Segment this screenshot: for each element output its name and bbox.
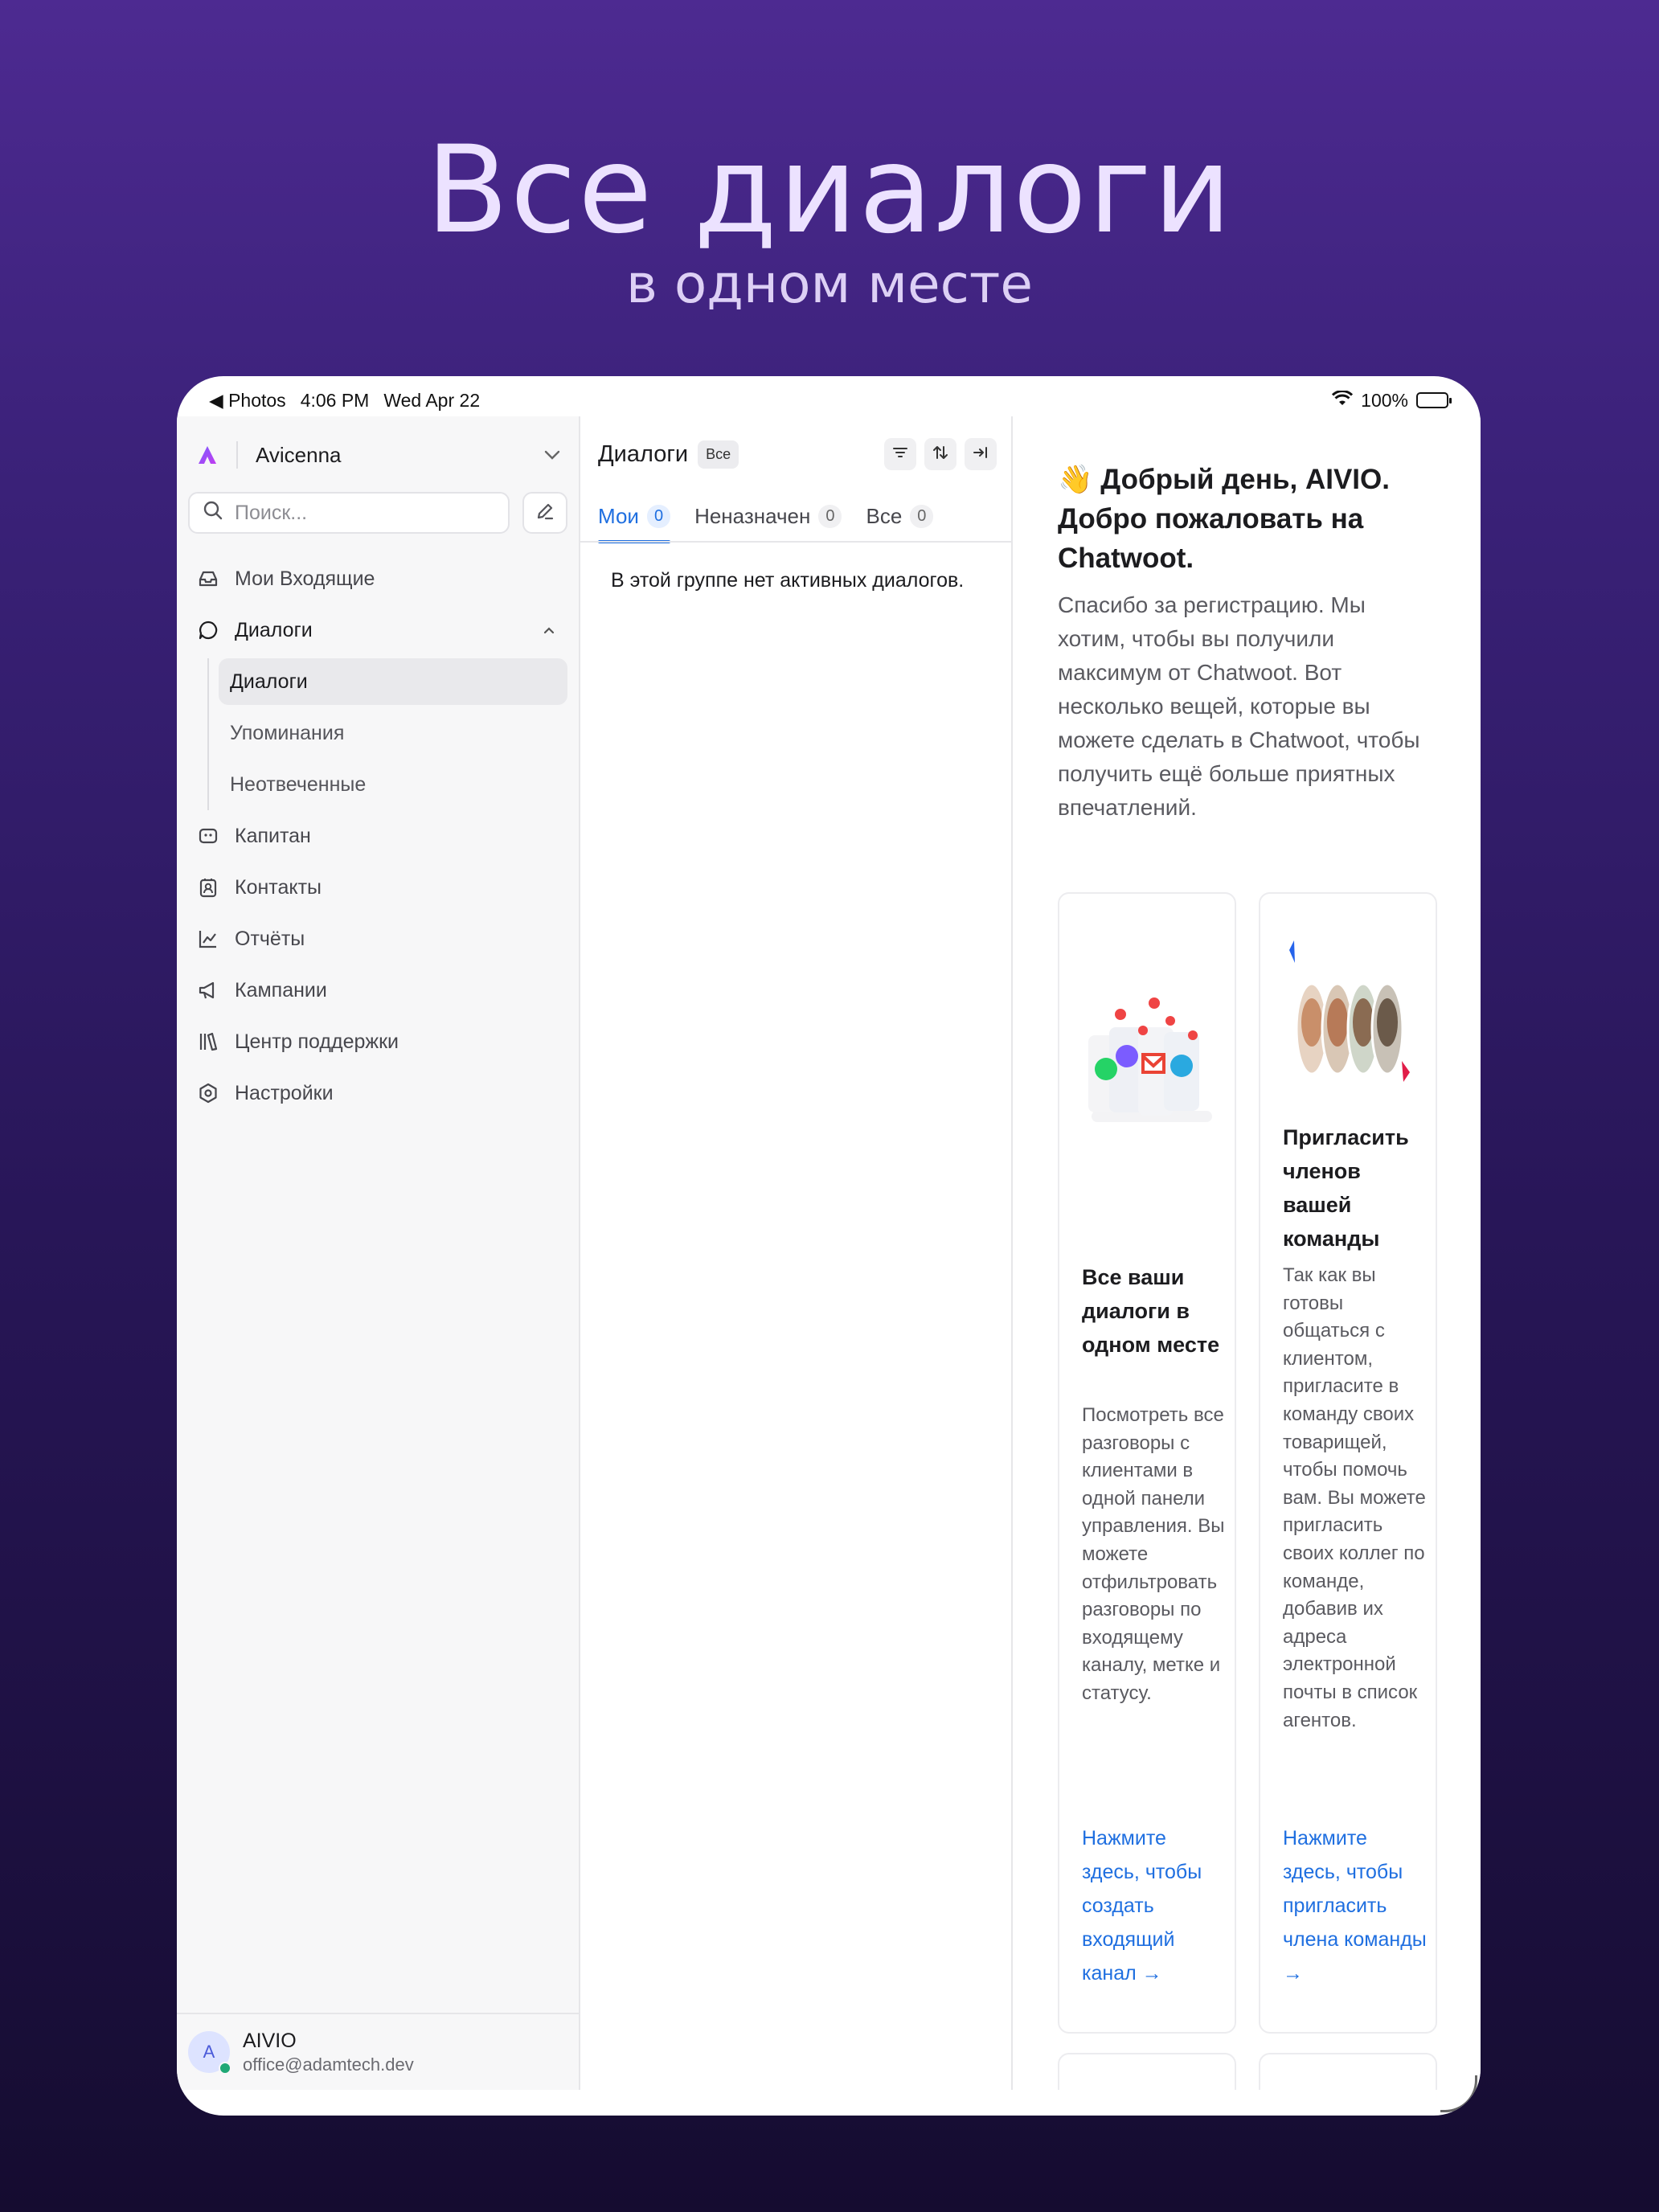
online-status-dot	[219, 2062, 231, 2075]
tab-mine[interactable]: Мои 0	[598, 494, 671, 543]
brand-divider	[236, 441, 238, 469]
sidebar-subitem-conversations[interactable]: Диалоги	[219, 658, 567, 705]
search-placeholder: Поиск...	[235, 501, 308, 524]
arrow-to-right-icon	[972, 444, 989, 465]
welcome-title: 👋 Добрый день, AIVIO. Добро пожаловать н…	[1058, 464, 1390, 574]
back-to-app-link[interactable]: ◀ Photos	[209, 390, 286, 412]
onboarding-card-invite: Пригласить членов вашей команды Так как …	[1259, 892, 1437, 2034]
brand-logo-icon	[196, 444, 219, 466]
account-switcher[interactable]: Avicenna	[196, 432, 561, 477]
chevron-up-icon[interactable]	[542, 622, 556, 639]
tab-unassigned[interactable]: Неназначен 0	[694, 494, 842, 539]
welcome-text: Спасибо за регистрацию. Мы хотим, чтобы …	[1058, 592, 1420, 820]
status-bar: ◀ Photos 4:06 PM Wed Apr 22 100%	[177, 376, 1481, 416]
megaphone-icon	[196, 978, 220, 1002]
card-title: Все ваши диалоги в одном месте	[1082, 1265, 1220, 1357]
battery-icon	[1416, 392, 1452, 408]
sidebar-item-inbox[interactable]: Мои Входящие	[177, 553, 580, 604]
sort-arrows-icon	[932, 444, 949, 465]
tab-count: 0	[910, 504, 934, 528]
sidebar: Avicenna Поиск... Мои Входящие Диалоги Д…	[177, 416, 580, 2090]
sidebar-item-label: Настройки	[235, 1081, 334, 1104]
sidebar-item-label: Мои Входящие	[235, 567, 375, 590]
assignee-tabs: Мои 0 Неназначен 0 Все 0	[598, 494, 1013, 543]
sidebar-item-reports[interactable]: Отчёты	[177, 913, 580, 965]
sidebar-item-contacts[interactable]: Контакты	[177, 862, 580, 913]
captain-bot-icon	[196, 824, 220, 848]
sidebar-subitem-unattended[interactable]: Неотвеченные	[219, 759, 567, 810]
status-filter-badge[interactable]: Все	[698, 440, 739, 469]
tab-count: 0	[818, 504, 842, 528]
tab-count: 0	[646, 504, 671, 528]
filter-icon	[891, 444, 909, 465]
card-text: Так как вы готовы общаться с клиентом, п…	[1283, 1264, 1426, 1731]
onboarding-card-third	[1058, 2053, 1236, 2090]
contacts-icon	[196, 875, 220, 899]
sidebar-item-campaigns[interactable]: Кампании	[177, 965, 580, 1016]
conversation-list: Диалоги Все Мои 0 Неназначен 0 Все 0 В э…	[580, 416, 1013, 2090]
card-title: Пригласить членов вашей команды	[1283, 1125, 1409, 1251]
invite-agent-link[interactable]: Нажмите здесь, чтобы пригласить члена ко…	[1283, 1821, 1428, 1990]
onboarding-card-fourth	[1259, 2053, 1437, 2090]
pencil-icon	[535, 501, 555, 526]
user-name: AIVIO	[243, 2029, 297, 2052]
scroll-corner-indicator	[1440, 2075, 1477, 2112]
conversations-subnav: Диалоги Упоминания Неотвеченные	[207, 658, 580, 810]
user-email: office@adamtech.dev	[243, 2054, 414, 2075]
chevron-down-icon	[543, 444, 561, 465]
sidebar-item-label: Контакты	[235, 875, 322, 899]
collapse-panel-button[interactable]	[965, 438, 997, 470]
onboarding-card-conversations: Все ваши диалоги в одном месте Посмотрет…	[1058, 892, 1236, 2034]
settings-hex-icon	[196, 1081, 220, 1105]
tab-label: Неназначен	[694, 503, 811, 528]
sidebar-item-captain[interactable]: Капитан	[177, 810, 580, 862]
list-header: Диалоги Все	[598, 434, 997, 474]
tabs-divider	[580, 541, 1013, 543]
sort-button[interactable]	[924, 438, 956, 470]
channels-illustration	[1059, 894, 1235, 1251]
sidebar-item-label: Диалоги	[235, 618, 313, 641]
sidebar-nav: Мои Входящие Диалоги Диалоги Упоминания …	[177, 553, 580, 1119]
compose-button[interactable]	[522, 492, 567, 534]
sidebar-item-label: Центр поддержки	[235, 1030, 399, 1053]
account-name: Avicenna	[256, 442, 342, 467]
inbox-icon	[196, 567, 220, 591]
wifi-icon	[1332, 389, 1354, 412]
onboarding-panel: 👋 Добрый день, AIVIO. Добро пожаловать н…	[1013, 416, 1481, 2090]
team-photos-illustration	[1260, 894, 1436, 1107]
tab-all[interactable]: Все 0	[866, 494, 934, 539]
tablet-frame: ◀ Photos 4:06 PM Wed Apr 22 100% Avicenn…	[177, 376, 1481, 2116]
chart-line-icon	[196, 927, 220, 951]
user-profile[interactable]: A AIVIO office@adamtech.dev	[177, 2013, 579, 2090]
sidebar-item-label: Капитан	[235, 824, 311, 847]
chat-bubble-icon	[196, 618, 220, 642]
tab-label: Мои	[598, 503, 639, 528]
search-icon	[203, 500, 235, 526]
sidebar-item-label: Отчёты	[235, 927, 305, 950]
status-date: Wed Apr 22	[383, 389, 481, 411]
sidebar-item-help-center[interactable]: Центр поддержки	[177, 1016, 580, 1067]
promo-subtitle: в одном месте	[626, 253, 1033, 315]
tab-label: Все	[866, 503, 903, 528]
sidebar-item-conversations[interactable]: Диалоги	[177, 604, 580, 656]
filter-button[interactable]	[884, 438, 916, 470]
battery-percent: 100%	[1361, 389, 1408, 411]
avatar-initial: A	[203, 2042, 215, 2062]
promo-title: Все диалоги	[425, 121, 1234, 260]
sidebar-item-label: Кампании	[235, 978, 327, 1002]
empty-state-message: В этой группе нет активных диалогов.	[611, 569, 965, 592]
avatar: A	[188, 2031, 231, 2075]
sidebar-subitem-mentions[interactable]: Упоминания	[219, 707, 567, 759]
status-time: 4:06 PM	[300, 389, 370, 411]
list-title: Диалоги	[598, 440, 689, 467]
library-icon	[196, 1030, 220, 1054]
create-inbox-link[interactable]: Нажмите здесь, чтобы создать входящий ка…	[1082, 1821, 1227, 1990]
sidebar-item-settings[interactable]: Настройки	[177, 1067, 580, 1119]
search-input[interactable]: Поиск...	[188, 492, 510, 534]
card-text: Посмотреть все разговоры с клиентами в о…	[1082, 1404, 1225, 1704]
